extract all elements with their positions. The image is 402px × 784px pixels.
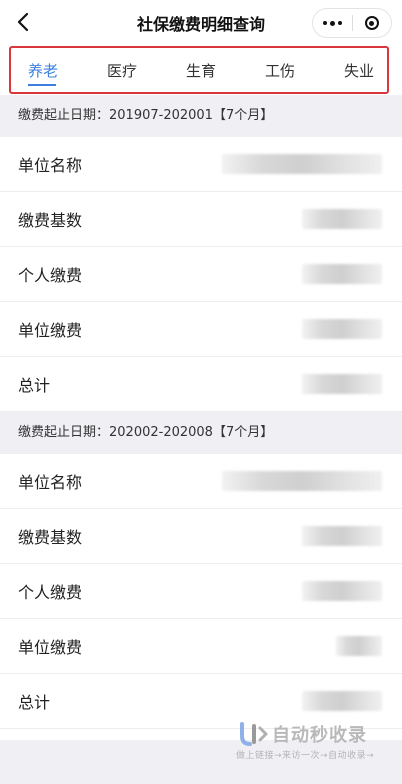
blurred-value: [302, 319, 382, 339]
tab-medical[interactable]: 医疗: [92, 60, 152, 81]
list-item: 单位名称: [0, 137, 402, 192]
row-label: 单位缴费: [18, 321, 83, 340]
nav-bar: 社保缴费明细查询: [0, 0, 402, 44]
blurred-value: [302, 374, 382, 394]
list-item: 缴费基数: [0, 509, 402, 564]
list-item: 个人缴费: [0, 247, 402, 302]
blurred-value: [336, 636, 382, 656]
list-item: 单位缴费: [0, 302, 402, 357]
tab-unemployment[interactable]: 失业: [329, 60, 389, 81]
row-label: 个人缴费: [18, 266, 83, 285]
row-label: 单位缴费: [18, 638, 83, 657]
watermark-logo-icon: [240, 722, 268, 746]
blurred-value: [302, 264, 382, 284]
blurred-value: [222, 471, 382, 491]
row-label: 缴费基数: [18, 211, 83, 230]
watermark-title: 自动秒收录: [272, 725, 367, 746]
list-item: 单位名称: [0, 454, 402, 509]
mini-program-capsule: [312, 8, 392, 38]
blurred-value: [302, 526, 382, 546]
blurred-value: [302, 691, 382, 711]
blurred-value: [302, 209, 382, 229]
watermark: 自动秒收录 做上链接→来访一次→自动收录→: [232, 720, 392, 768]
more-button[interactable]: [313, 9, 352, 37]
blurred-value: [302, 581, 382, 601]
tab-pension[interactable]: 养老: [13, 60, 73, 81]
tab-work-injury[interactable]: 工伤: [250, 60, 310, 81]
watermark-subtitle: 做上链接→来访一次→自动收录→: [236, 751, 375, 761]
row-label: 单位名称: [18, 156, 83, 175]
row-label: 总计: [18, 693, 51, 712]
list-item: 单位缴费: [0, 619, 402, 674]
row-label: 缴费基数: [18, 528, 83, 547]
row-label: 总计: [18, 376, 51, 395]
close-button[interactable]: [353, 9, 392, 37]
list-item: 总计: [0, 357, 402, 412]
row-label: 个人缴费: [18, 583, 83, 602]
period-header: 缴费起止日期：201907-202001【7个月】: [0, 95, 402, 137]
target-circle-icon: [364, 16, 379, 30]
more-dots-icon: [322, 20, 342, 26]
active-tab-indicator: [28, 84, 56, 86]
period-header: 缴费起止日期：202002-202008【7个月】: [0, 412, 402, 454]
tab-maternity[interactable]: 生育: [171, 60, 231, 81]
blurred-value: [222, 154, 382, 174]
list-item: 个人缴费: [0, 564, 402, 619]
insurance-type-tabs: 养老 医疗 生育 工伤 失业: [9, 46, 389, 94]
list-item: 缴费基数: [0, 192, 402, 247]
row-label: 单位名称: [18, 473, 83, 492]
